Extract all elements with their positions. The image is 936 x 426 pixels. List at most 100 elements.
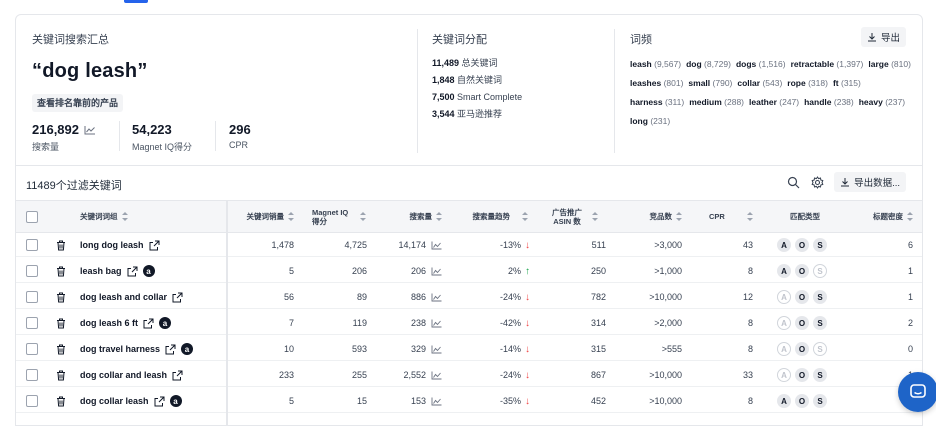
- word: small: [688, 78, 711, 88]
- match-type-s[interactable]: S: [813, 264, 827, 278]
- sparkline-icon[interactable]: [431, 241, 442, 250]
- match-type-s[interactable]: S: [813, 342, 827, 356]
- row-checkbox[interactable]: [26, 395, 38, 407]
- arrow-down-icon: ↓: [525, 317, 530, 329]
- col-header-cpr[interactable]: CPR: [709, 201, 759, 232]
- sparkline-icon[interactable]: [431, 371, 442, 380]
- match-type-a[interactable]: A: [777, 316, 791, 330]
- match-type-a[interactable]: A: [777, 264, 791, 278]
- external-link-icon[interactable]: [172, 370, 183, 381]
- trash-icon[interactable]: [56, 259, 66, 283]
- row-checkbox[interactable]: [26, 317, 38, 329]
- amazon-icon[interactable]: a: [142, 265, 155, 277]
- trash-icon[interactable]: [56, 363, 66, 387]
- col-header-sales[interactable]: 关键词销量: [228, 201, 294, 232]
- word-frequency-item[interactable]: collar (543): [737, 74, 782, 93]
- sparkline-icon[interactable]: [431, 345, 442, 354]
- search-icon[interactable]: [786, 175, 800, 189]
- col-header-title-density[interactable]: 标题密度: [856, 201, 913, 232]
- row-checkbox[interactable]: [26, 291, 38, 303]
- word-frequency-item[interactable]: handle (238): [804, 93, 854, 112]
- amazon-icon[interactable]: a: [159, 317, 172, 329]
- sparkline-icon[interactable]: [431, 293, 442, 302]
- col-header-trend[interactable]: 搜索量趋势: [460, 201, 528, 232]
- word-frequency-item[interactable]: medium (288): [689, 93, 744, 112]
- keyword-phrase[interactable]: dog leash 6 ft: [80, 318, 138, 328]
- sparkline-icon[interactable]: [84, 125, 96, 135]
- match-type-a[interactable]: A: [777, 238, 791, 252]
- external-link-icon[interactable]: [165, 344, 176, 355]
- match-type-o[interactable]: O: [795, 394, 809, 408]
- match-type-a[interactable]: A: [777, 342, 791, 356]
- external-link-icon[interactable]: [143, 318, 154, 329]
- trash-icon[interactable]: [56, 285, 66, 309]
- external-link-icon[interactable]: [154, 396, 165, 407]
- match-type-o[interactable]: O: [795, 316, 809, 330]
- keyword-phrase[interactable]: dog travel harness: [80, 344, 160, 354]
- external-link-icon[interactable]: [172, 292, 183, 303]
- col-header-competing[interactable]: 竞品数: [626, 201, 682, 232]
- col-header-phrase[interactable]: 关键词词组: [80, 201, 128, 232]
- keyword-phrase[interactable]: long dog leash: [80, 240, 144, 250]
- row-checkbox[interactable]: [26, 343, 38, 355]
- trash-icon[interactable]: [56, 389, 66, 413]
- select-all-checkbox[interactable]: [26, 210, 38, 223]
- sparkline-icon[interactable]: [431, 319, 442, 328]
- match-type-s[interactable]: S: [813, 238, 827, 252]
- word-frequency-item[interactable]: large (810): [868, 55, 911, 74]
- external-link-icon[interactable]: [149, 240, 160, 251]
- match-type-o[interactable]: O: [795, 290, 809, 304]
- word-frequency-item[interactable]: harness (311): [630, 93, 684, 112]
- col-header-ad-asin[interactable]: 广告推广 ASIN 数: [552, 201, 607, 232]
- match-type-o[interactable]: O: [795, 238, 809, 252]
- sparkline-icon[interactable]: [431, 267, 442, 276]
- trash-icon[interactable]: [56, 233, 66, 257]
- amazon-icon[interactable]: a: [169, 395, 182, 407]
- match-type-s[interactable]: S: [813, 368, 827, 382]
- keyword-phrase[interactable]: dog collar leash: [80, 396, 149, 406]
- arrow-down-icon: ↓: [525, 291, 530, 303]
- external-link-icon[interactable]: [127, 266, 138, 277]
- trash-icon[interactable]: [56, 337, 66, 361]
- match-type-s[interactable]: S: [813, 316, 827, 330]
- match-type-a[interactable]: A: [777, 368, 791, 382]
- row-checkbox[interactable]: [26, 369, 38, 381]
- word-frequency-item[interactable]: small (790): [688, 74, 732, 93]
- metric-divider: [119, 121, 120, 151]
- word-frequency-item[interactable]: leather (247): [749, 93, 799, 112]
- word-frequency-item[interactable]: ft (315): [833, 74, 861, 93]
- amazon-icon[interactable]: a: [181, 343, 194, 355]
- keyword-phrase[interactable]: dog leash and collar: [80, 292, 167, 302]
- export-data-button[interactable]: 导出数据...: [834, 172, 906, 192]
- row-checkbox[interactable]: [26, 239, 38, 251]
- word-frequency-item[interactable]: leashes (801): [630, 74, 683, 93]
- keyword-phrase[interactable]: dog collar and leash: [80, 370, 167, 380]
- match-type-s[interactable]: S: [813, 290, 827, 304]
- match-type-o[interactable]: O: [795, 368, 809, 382]
- word-count: (8,729): [704, 59, 731, 69]
- word-frequency-item[interactable]: retractable (1,397): [791, 55, 864, 74]
- export-button[interactable]: 导出: [860, 27, 906, 47]
- gear-icon[interactable]: [810, 175, 824, 189]
- word-frequency-item[interactable]: dog (8,729): [686, 55, 731, 74]
- cpr-cell: 12: [742, 292, 753, 302]
- word-count: (237): [885, 97, 906, 107]
- match-type-o[interactable]: O: [795, 264, 809, 278]
- col-header-volume[interactable]: 搜索量: [382, 201, 442, 232]
- word-frequency-item[interactable]: dogs (1,516): [736, 55, 786, 74]
- top-products-button[interactable]: 查看排名靠前的产品: [32, 94, 124, 112]
- row-checkbox[interactable]: [26, 265, 38, 277]
- trash-icon[interactable]: [56, 311, 66, 335]
- word-frequency-item[interactable]: heavy (237): [859, 93, 905, 112]
- match-type-s[interactable]: S: [813, 394, 827, 408]
- sparkline-icon[interactable]: [431, 397, 442, 406]
- match-type-o[interactable]: O: [795, 342, 809, 356]
- col-header-iq[interactable]: Magnet IQ 得分: [312, 201, 374, 232]
- keyword-phrase[interactable]: leash bag: [80, 266, 122, 276]
- word-frequency-item[interactable]: leash (9,567): [630, 55, 681, 74]
- word-frequency-item[interactable]: long (231): [630, 112, 670, 131]
- word-frequency-item[interactable]: rope (318): [787, 74, 828, 93]
- match-type-a[interactable]: A: [777, 394, 791, 408]
- match-type-a[interactable]: A: [777, 290, 791, 304]
- chat-bubble-button[interactable]: [898, 372, 936, 412]
